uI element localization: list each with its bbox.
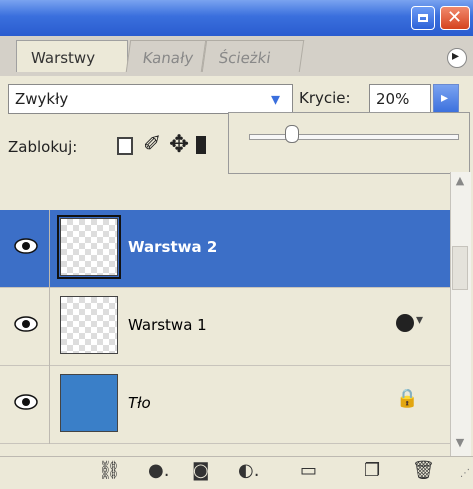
tab-row: Warstwy Kanały Ścieżki [0,36,473,76]
scrollbar-thumb[interactable] [452,246,468,290]
eye-icon[interactable] [14,394,38,410]
close-button[interactable] [440,6,470,30]
opacity-value: 20% [376,90,410,108]
layers-panel-window: Warstwy Kanały Ścieżki Zwykły ▾ Krycie: … [0,0,473,489]
eye-icon[interactable] [14,238,38,254]
lock-transparency-icon[interactable] [117,137,133,155]
new-layer-icon[interactable]: ❐ [364,460,380,481]
resize-grip-icon[interactable]: ⋰ [460,468,470,479]
blend-mode-select[interactable]: Zwykły ▾ [8,84,293,114]
blend-mode-value: Zwykły [15,90,69,108]
lock-icon: 🔒 [396,388,419,409]
row-divider [49,210,50,288]
adjustment-icon[interactable]: ◐. [238,460,259,481]
chevron-down-icon: ▾ [271,89,281,110]
tab-layers[interactable]: Warstwy [16,40,128,72]
opacity-slider-toggle[interactable]: ▸ [433,84,459,114]
layer-list: Warstwa 2 Warstwa 1 ▾ Tło 🔒 [0,210,450,445]
folder-icon[interactable]: ▭ [300,460,317,481]
opacity-slider-thumb[interactable] [284,125,299,143]
layer-row-warstwa-1[interactable]: Warstwa 1 ▾ [0,288,450,366]
fx-icon[interactable] [396,314,414,332]
mask-icon[interactable]: ◙ [192,460,209,481]
tab-paths[interactable]: Ścieżki [201,40,305,72]
opacity-label: Krycie: [299,89,351,107]
opacity-slider-track[interactable] [249,134,459,140]
tab-channels[interactable]: Kanały [125,40,207,72]
lock-pixels-icon[interactable]: ✐ [143,132,161,157]
layer-name: Warstwa 1 [128,316,207,334]
eye-icon[interactable] [14,316,38,332]
layer-style-icon[interactable]: ●. [148,460,169,481]
layer-thumbnail [57,215,121,279]
opacity-input[interactable]: 20% [369,84,431,114]
trash-icon[interactable]: 🗑 [412,460,435,481]
layer-options: Zwykły ▾ Krycie: 20% ▸ Zablokuj: ✐ ✥ [0,76,473,210]
opacity-slider-popup [228,112,470,174]
layer-row-warstwa-2[interactable]: Warstwa 2 [0,210,450,288]
row-divider [49,288,50,366]
minimize-button[interactable] [411,6,435,30]
scroll-down-icon[interactable]: ▼ [452,436,468,452]
panel-menu-button[interactable] [447,48,467,68]
lock-label: Zablokuj: [8,138,78,156]
chevron-down-icon[interactable]: ▾ [416,312,423,328]
title-bar [0,0,473,36]
layer-thumbnail [60,296,118,354]
lock-position-icon[interactable]: ✥ [169,130,189,158]
layer-name: Warstwa 2 [128,238,218,256]
vertical-scrollbar[interactable] [450,172,471,456]
link-icon[interactable]: ⛓ [98,460,121,481]
layer-name: Tło [128,394,151,412]
panel-bottom-toolbar [0,456,473,489]
layer-row-tlo[interactable]: Tło 🔒 [0,366,450,444]
lock-all-icon[interactable] [196,136,206,154]
row-divider [49,366,50,444]
layer-thumbnail [60,374,118,432]
scroll-up-icon[interactable]: ▲ [452,174,468,190]
